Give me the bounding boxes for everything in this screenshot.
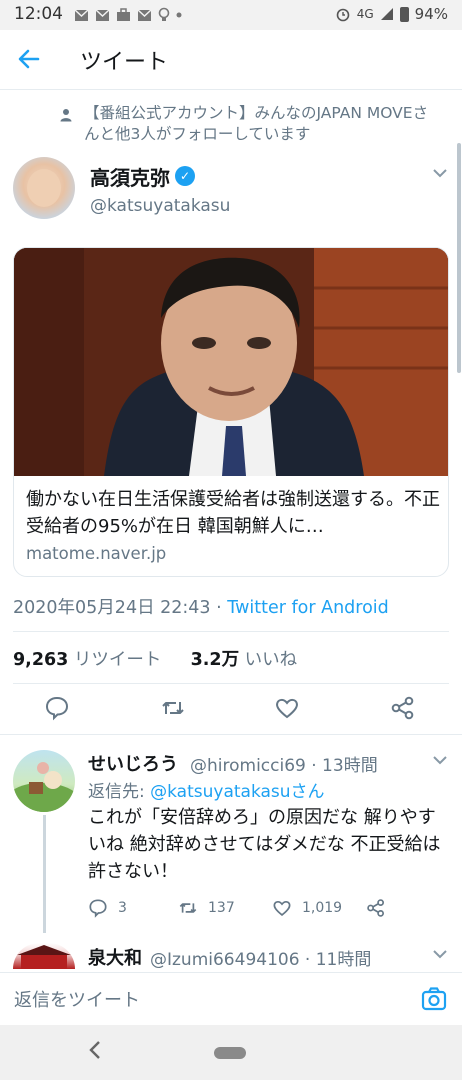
chevron-down-icon[interactable] bbox=[432, 753, 448, 769]
link-preview-card[interactable]: 働かない在日生活保護受給者は強制送還する。不正受給者の95%が在日 韓国朝鮮人に… bbox=[13, 247, 449, 577]
reply-text: これが「安倍辞めろ」の原因だな 解りやすいね 絶対辞めさせてはダメだな 不正受給… bbox=[88, 807, 441, 882]
reply-input[interactable]: 返信をツイート bbox=[14, 986, 140, 1012]
thread-line bbox=[43, 815, 46, 933]
share-icon bbox=[367, 899, 384, 917]
divider bbox=[13, 683, 449, 684]
lightbulb-icon bbox=[158, 7, 170, 21]
reply-count: 3 bbox=[118, 900, 127, 916]
reply-reply-button[interactable]: 3 bbox=[88, 898, 127, 918]
share-icon[interactable] bbox=[390, 695, 420, 725]
bag-icon bbox=[117, 8, 130, 21]
notification-icons bbox=[74, 7, 182, 23]
avatar-face bbox=[27, 169, 61, 207]
back-arrow-icon[interactable] bbox=[16, 44, 46, 74]
likes-label[interactable]: いいね bbox=[239, 650, 298, 670]
divider bbox=[13, 631, 449, 632]
retweet-icon[interactable] bbox=[160, 695, 190, 725]
like-heart-icon bbox=[273, 900, 291, 916]
battery-icon bbox=[399, 6, 409, 22]
divider bbox=[0, 734, 462, 735]
nav-back-icon[interactable] bbox=[88, 1039, 102, 1067]
likes-count[interactable]: 3.2万 bbox=[191, 650, 240, 670]
card-image bbox=[14, 248, 448, 476]
social-context[interactable]: 【番組公式アカウント】みんなのJAPAN MOVEさんと他3人がフォローしていま… bbox=[60, 103, 440, 145]
reply2-author-avatar[interactable] bbox=[13, 943, 75, 969]
tweet-timestamp: 2020年05月24日 22:43 · Twitter for Android bbox=[13, 594, 389, 619]
reply-icon[interactable] bbox=[44, 695, 74, 725]
chevron-down-icon[interactable] bbox=[432, 947, 448, 963]
author-avatar[interactable] bbox=[13, 157, 75, 219]
reply-to-handle[interactable]: @katsuyatakasuさん bbox=[150, 782, 324, 802]
system-nav-bar bbox=[0, 1025, 462, 1080]
retweets-label[interactable]: リツイート bbox=[68, 650, 162, 670]
nav-home-pill[interactable] bbox=[214, 1047, 246, 1059]
reply2-meta: @Izumi66494106 · 11時間 bbox=[150, 950, 372, 970]
signal-icon bbox=[380, 8, 393, 20]
reply-share-button[interactable] bbox=[366, 898, 386, 918]
reply-compose-bar: 返信をツイート bbox=[0, 972, 462, 1024]
mail-icon bbox=[137, 8, 152, 21]
chevron-down-icon[interactable] bbox=[432, 166, 452, 186]
mail-icon bbox=[95, 8, 110, 21]
network-label: 4G bbox=[356, 7, 374, 21]
reply-meta: @hiromicci69 · 13時間 bbox=[190, 756, 378, 776]
reply-retweet-button[interactable]: 137 bbox=[178, 898, 235, 918]
top-app-bar: ツイート bbox=[0, 30, 462, 90]
battery-level: 94% bbox=[414, 5, 448, 23]
author-name[interactable]: 高須克弥 bbox=[90, 162, 170, 191]
like-heart-icon[interactable] bbox=[274, 695, 304, 725]
system-icons: 4G 94% bbox=[335, 5, 448, 23]
dot-icon bbox=[176, 12, 182, 18]
author-handle[interactable]: @katsuyatakasu bbox=[90, 196, 230, 216]
retweets-count[interactable]: 9,263 bbox=[13, 650, 68, 670]
camera-icon[interactable] bbox=[420, 985, 448, 1013]
mail-icon bbox=[74, 8, 89, 21]
card-title: 働かない在日生活保護受給者は強制送還する。不正受給者の95%が在日 韓国朝鮮人に… bbox=[26, 489, 440, 537]
status-bar: 12:04 4G 94% bbox=[0, 0, 462, 30]
reply-to-line: 返信先: @katsuyatakasuさん bbox=[88, 777, 325, 802]
retweet-count: 137 bbox=[208, 900, 235, 916]
reply-author-avatar[interactable] bbox=[13, 750, 75, 812]
tweet-actions bbox=[0, 695, 462, 725]
reply-to-prefix: 返信先: bbox=[88, 782, 151, 802]
like-count: 1,019 bbox=[302, 900, 343, 916]
reply-like-button[interactable]: 1,019 bbox=[272, 898, 342, 918]
alarm-icon bbox=[336, 8, 350, 22]
client-link[interactable]: Twitter for Android bbox=[227, 598, 389, 618]
verified-badge-icon: ✓ bbox=[175, 166, 195, 186]
reply-author-name[interactable]: せいじろう bbox=[88, 750, 178, 776]
tweet-stats: 9,263 リツイート 3.2万 いいね bbox=[13, 646, 297, 671]
retweet-icon bbox=[179, 903, 197, 913]
reply-actions: 3 137 1,019 bbox=[88, 898, 388, 920]
scrollbar[interactable] bbox=[457, 143, 461, 373]
timestamp-date: 2020年05月24日 22:43 bbox=[13, 598, 211, 618]
social-context-text: 【番組公式アカウント】みんなのJAPAN MOVEさんと他3人がフォローしていま… bbox=[84, 104, 429, 143]
reply-icon bbox=[89, 899, 107, 918]
status-time: 12:04 bbox=[14, 4, 63, 24]
card-domain: matome.naver.jp bbox=[26, 544, 167, 563]
reply2-author-name[interactable]: 泉大和 bbox=[88, 944, 142, 970]
page-title: ツイート bbox=[80, 50, 169, 75]
timestamp-separator: · bbox=[210, 598, 228, 618]
